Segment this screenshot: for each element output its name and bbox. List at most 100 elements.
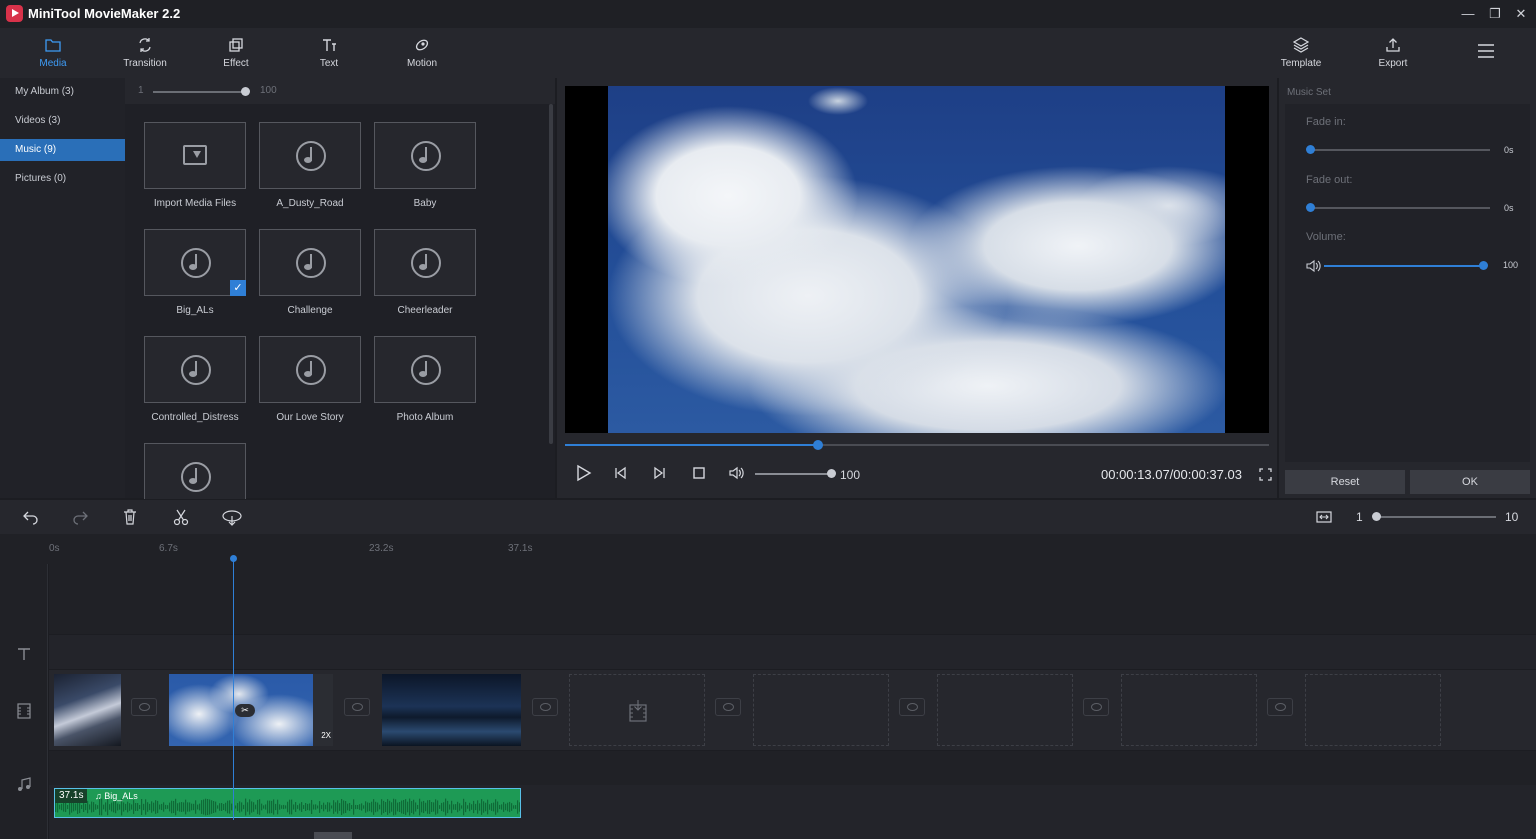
reset-button[interactable]: Reset bbox=[1285, 470, 1405, 494]
import-media-tile[interactable] bbox=[144, 122, 246, 189]
play-icon[interactable] bbox=[574, 464, 592, 482]
menu-icon[interactable] bbox=[1477, 43, 1495, 59]
split-marker-icon[interactable]: ✂ bbox=[235, 704, 255, 717]
preview-frame-clouds bbox=[608, 86, 1225, 433]
category-videos[interactable]: Videos (3) bbox=[0, 110, 125, 132]
delete-icon[interactable] bbox=[121, 508, 139, 526]
tab-text[interactable]: Text bbox=[284, 28, 374, 78]
music-volume-track[interactable] bbox=[1324, 265, 1484, 267]
thumb-size-knob[interactable] bbox=[241, 87, 250, 96]
tab-motion[interactable]: Motion bbox=[377, 28, 467, 78]
media-scrollbar[interactable] bbox=[549, 104, 553, 444]
empty-clip-slot[interactable] bbox=[753, 674, 889, 746]
tab-media[interactable]: Media bbox=[8, 28, 98, 78]
timeline-playhead[interactable] bbox=[233, 558, 234, 820]
media-item[interactable] bbox=[144, 443, 246, 499]
ok-button[interactable]: OK bbox=[1410, 470, 1530, 494]
transition-slot-icon[interactable] bbox=[715, 698, 741, 716]
fade-out-knob[interactable] bbox=[1306, 203, 1315, 212]
thumbnail-size-slider[interactable]: 1 100 bbox=[125, 78, 555, 104]
tab-transition-label: Transition bbox=[100, 58, 190, 69]
music-note-icon bbox=[181, 355, 211, 385]
music-volume-knob[interactable] bbox=[1479, 261, 1488, 270]
media-item[interactable] bbox=[259, 122, 361, 189]
playhead-handle[interactable] bbox=[230, 555, 237, 562]
media-item[interactable] bbox=[259, 229, 361, 296]
transition-slot-icon[interactable] bbox=[532, 698, 558, 716]
media-item[interactable] bbox=[374, 336, 476, 403]
add-clip-slot[interactable] bbox=[569, 674, 705, 746]
fade-out-track[interactable] bbox=[1310, 207, 1490, 209]
transition-slot-icon[interactable] bbox=[1267, 698, 1293, 716]
transition-slot-icon[interactable] bbox=[1083, 698, 1109, 716]
video-screen bbox=[565, 86, 1269, 433]
playback-progress-knob[interactable] bbox=[813, 440, 823, 450]
media-item-label: Challenge bbox=[245, 305, 375, 316]
template-button[interactable]: Template bbox=[1256, 28, 1346, 78]
timeline-scrollbar[interactable] bbox=[314, 832, 352, 839]
playback-progress-bar[interactable] bbox=[565, 444, 1269, 446]
timeline-zoom-knob[interactable] bbox=[1372, 512, 1381, 521]
checked-icon[interactable]: ✓ bbox=[230, 280, 246, 296]
tab-effect[interactable]: Effect bbox=[191, 28, 281, 78]
clouds-clip[interactable]: 2X ✂ bbox=[169, 674, 333, 746]
lake-night-clip[interactable] bbox=[382, 674, 521, 746]
fade-in-knob[interactable] bbox=[1306, 145, 1315, 154]
layers-icon bbox=[1293, 37, 1309, 53]
music-note-icon bbox=[411, 355, 441, 385]
export-button[interactable]: Export bbox=[1348, 28, 1438, 78]
undo-icon[interactable] bbox=[22, 508, 40, 526]
playback-timecode: 00:00:13.07/00:00:37.03 bbox=[1101, 467, 1242, 482]
fit-timeline-icon[interactable] bbox=[1315, 508, 1333, 526]
empty-clip-slot[interactable] bbox=[1121, 674, 1257, 746]
timeline-zoom-track[interactable] bbox=[1376, 516, 1496, 518]
audio-clip-name: ♫ Big_ALs bbox=[95, 791, 138, 801]
media-item[interactable] bbox=[259, 336, 361, 403]
empty-clip-slot[interactable] bbox=[937, 674, 1073, 746]
media-item[interactable] bbox=[144, 336, 246, 403]
music-set-title: Music Set bbox=[1287, 87, 1331, 98]
transition-slot-icon[interactable] bbox=[899, 698, 925, 716]
category-pictures[interactable]: Pictures (0) bbox=[0, 168, 125, 190]
text-icon bbox=[321, 37, 337, 53]
text-track[interactable] bbox=[49, 635, 1536, 669]
split-scissors-icon[interactable] bbox=[172, 508, 190, 526]
music-note-icon bbox=[296, 248, 326, 278]
audio-detach-icon[interactable] bbox=[221, 508, 243, 526]
mountain-night-clip[interactable] bbox=[54, 674, 121, 746]
transition-slot-icon[interactable] bbox=[131, 698, 157, 716]
empty-clip-slot[interactable] bbox=[1305, 674, 1441, 746]
category-list: My Album (3) Videos (3) Music (9) Pictur… bbox=[0, 78, 125, 498]
media-item[interactable] bbox=[374, 122, 476, 189]
fade-in-track[interactable] bbox=[1310, 149, 1490, 151]
music-note-icon bbox=[296, 141, 326, 171]
category-my-album[interactable]: My Album (3) bbox=[0, 81, 125, 103]
player-volume-knob[interactable] bbox=[827, 469, 836, 478]
restore-button[interactable]: ❐ bbox=[1486, 5, 1504, 23]
media-item[interactable]: ✓ bbox=[144, 229, 246, 296]
ruler-tick: 6.7s bbox=[159, 543, 178, 554]
effect-icon bbox=[228, 37, 244, 53]
close-button[interactable]: ✕ bbox=[1512, 5, 1530, 23]
player-volume-track[interactable] bbox=[755, 473, 831, 475]
minimize-button[interactable]: — bbox=[1459, 5, 1477, 23]
thumb-size-track[interactable] bbox=[153, 91, 245, 93]
timeline-zoom-min: 1 bbox=[1356, 510, 1363, 524]
template-label: Template bbox=[1256, 58, 1346, 69]
overlay-track[interactable] bbox=[49, 564, 1536, 634]
transition-slot-icon[interactable] bbox=[344, 698, 370, 716]
redo-icon[interactable] bbox=[71, 508, 89, 526]
stop-icon[interactable] bbox=[690, 464, 708, 482]
volume-icon[interactable] bbox=[728, 464, 746, 482]
speaker-icon bbox=[1306, 259, 1322, 273]
tab-transition[interactable]: Transition bbox=[100, 28, 190, 78]
video-track-icon bbox=[16, 703, 32, 719]
audio-clip[interactable]: 37.1s ♫ Big_ALs bbox=[54, 788, 521, 818]
next-frame-icon[interactable] bbox=[650, 464, 668, 482]
previous-frame-icon[interactable] bbox=[612, 464, 630, 482]
media-item-label: Baby bbox=[360, 198, 490, 209]
media-item[interactable] bbox=[374, 229, 476, 296]
thumb-size-max: 100 bbox=[260, 85, 277, 96]
category-music[interactable]: Music (9) bbox=[0, 139, 125, 161]
fullscreen-icon[interactable] bbox=[1259, 468, 1272, 481]
